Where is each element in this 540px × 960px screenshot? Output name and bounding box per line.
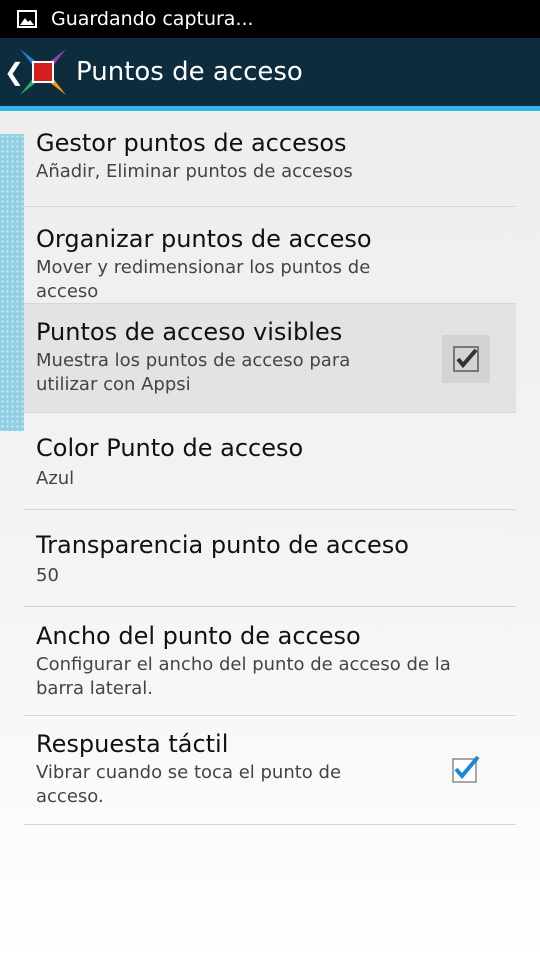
notification-text: Guardando captura... [51, 8, 254, 30]
pref-transparencia[interactable]: Transparencia punto de acceso 50 [24, 510, 516, 607]
pref-gestor-puntos[interactable]: Gestor puntos de accesos Añadir, Elimina… [24, 111, 516, 207]
pref-puntos-visibles[interactable]: Puntos de acceso visibles Muestra los pu… [24, 304, 516, 413]
pref-organizar-puntos[interactable]: Organizar puntos de acceso Mover y redim… [24, 207, 516, 304]
pref-summary: Configurar el ancho del punto de acceso … [36, 653, 496, 701]
pref-summary: Muestra los puntos de acceso para utiliz… [36, 349, 432, 397]
pref-summary-line: barra lateral. [36, 678, 154, 699]
pref-title: Puntos de acceso visibles [36, 318, 343, 346]
page-title: Puntos de acceso [76, 57, 303, 87]
pref-summary-line: utilizar con Appsi [36, 374, 191, 395]
sidebar-hotspot-strip[interactable] [0, 134, 24, 431]
haptic-checkbox[interactable] [442, 746, 490, 794]
pref-respuesta-tactil[interactable]: Respuesta táctil Vibrar cuando se toca e… [24, 716, 516, 825]
pref-summary: Vibrar cuando se toca el punto de acceso… [36, 761, 432, 809]
pref-summary: 50 [36, 565, 59, 586]
appsi-logo-icon[interactable] [18, 47, 68, 97]
pref-title: Ancho del punto de acceso [36, 622, 361, 650]
pref-color-punto[interactable]: Color Punto de acceso Azul [24, 413, 516, 510]
checkmark-icon [452, 755, 480, 783]
pref-ancho-punto[interactable]: Ancho del punto de acceso Configurar el … [24, 607, 516, 716]
pref-summary-line: Muestra los puntos de acceso para [36, 350, 351, 371]
pref-summary-line: Configurar el ancho del punto de acceso … [36, 654, 451, 675]
pref-summary: Mover y redimensionar los puntos de acce… [36, 257, 371, 302]
pref-summary: Azul [36, 468, 75, 489]
visible-checkbox[interactable] [442, 335, 490, 383]
pref-summary-line: Vibrar cuando se toca el punto de [36, 762, 342, 783]
pref-title: Transparencia punto de acceso [36, 531, 409, 559]
chevron-left-icon[interactable]: ❮ [4, 58, 24, 86]
checkmark-icon [453, 346, 479, 372]
pref-title: Color Punto de acceso [36, 434, 304, 462]
pref-title: Organizar puntos de acceso [36, 225, 372, 253]
action-bar: ❮ Puntos de acceso [0, 38, 540, 106]
pref-summary: Añadir, Eliminar puntos de accesos [36, 161, 353, 182]
image-icon [17, 10, 37, 28]
pref-summary-line: acceso. [36, 786, 104, 807]
settings-list: Gestor puntos de accesos Añadir, Elimina… [24, 111, 516, 825]
status-bar: Guardando captura... [0, 0, 540, 38]
pref-title: Respuesta táctil [36, 730, 229, 758]
pref-title: Gestor puntos de accesos [36, 129, 347, 157]
